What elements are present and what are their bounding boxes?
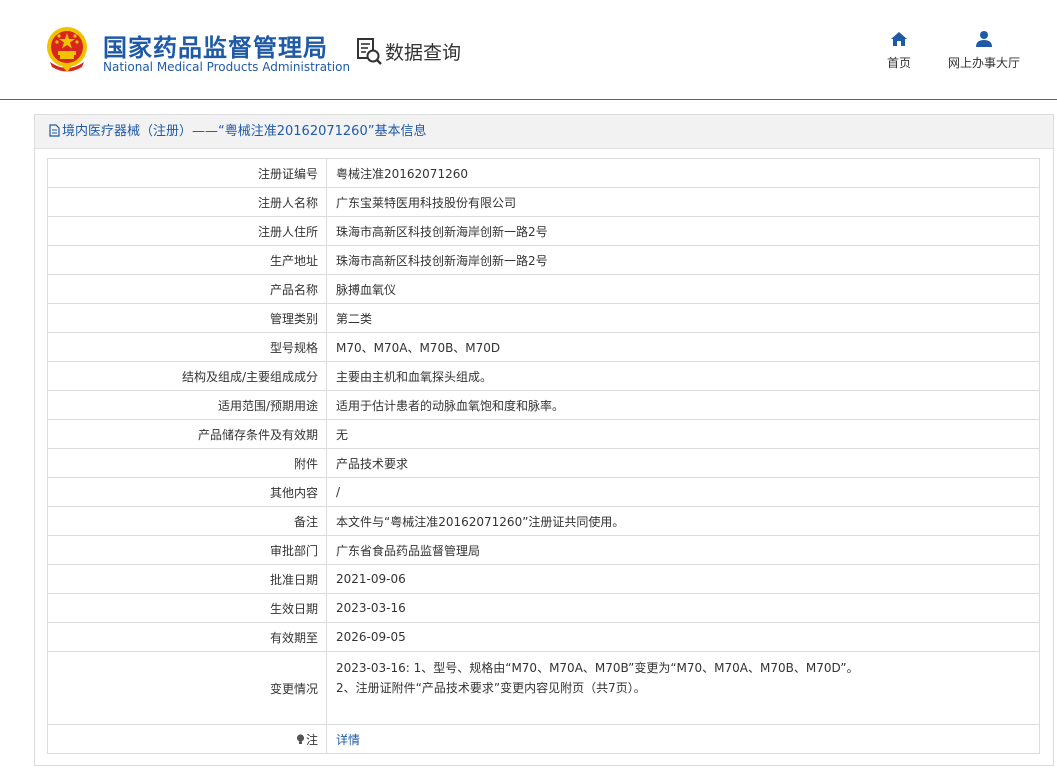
row-label: 注册人住所 bbox=[47, 216, 327, 246]
info-panel: 境内医疗器械（注册）——“粤械注准20162071260”基本信息 注册证编号粤… bbox=[34, 114, 1054, 766]
table-row: 结构及组成/主要组成成分 主要由主机和血氧探头组成。 bbox=[47, 361, 1040, 391]
panel-title-text: 境内医疗器械（注册）——“粤械注准20162071260”基本信息 bbox=[62, 124, 427, 139]
row-value: 2021-09-06 bbox=[326, 564, 1040, 594]
row-label: 变更情况 bbox=[47, 651, 327, 725]
data-query-label: 数据查询 bbox=[385, 41, 462, 64]
data-query-heading[interactable]: 数据查询 bbox=[356, 36, 461, 66]
row-value: / bbox=[326, 477, 1040, 507]
row-label: 备注 bbox=[47, 506, 327, 536]
site-logo-title[interactable]: 国家药品监督管理局 bbox=[103, 28, 328, 63]
row-label: 批准日期 bbox=[47, 564, 327, 594]
site-header: 国家药品监督管理局 National Medical Products Admi… bbox=[0, 0, 1057, 100]
row-label: 结构及组成/主要组成成分 bbox=[47, 361, 327, 391]
note-label-cell: 注 bbox=[47, 724, 327, 754]
row-value: 适用于估计患者的动脉血氧饱和度和脉率。 bbox=[326, 390, 1040, 420]
change-line-2: 2、注册证附件“产品技术要求”变更内容见附页（共7页）。 bbox=[336, 681, 646, 695]
table-row: 有效期至 2026-09-05 bbox=[47, 622, 1040, 652]
panel-title: 境内医疗器械（注册）——“粤械注准20162071260”基本信息 bbox=[35, 115, 1053, 149]
nav-home[interactable]: 首页 bbox=[884, 30, 914, 71]
row-value: 产品技术要求 bbox=[326, 448, 1040, 478]
row-value: 广东省食品药品监督管理局 bbox=[326, 535, 1040, 565]
row-label: 生产地址 bbox=[47, 245, 327, 275]
row-label: 产品名称 bbox=[47, 274, 327, 304]
home-icon bbox=[891, 32, 907, 46]
table-row: 附件 产品技术要求 bbox=[47, 448, 1040, 478]
row-value: 粤械注准20162071260 bbox=[326, 158, 1040, 188]
row-value: 主要由主机和血氧探头组成。 bbox=[326, 361, 1040, 391]
row-value: M70、M70A、M70B、M70D bbox=[326, 332, 1040, 362]
table-row: 管理类别 第二类 bbox=[47, 303, 1040, 333]
table-row: 型号规格 M70、M70A、M70B、M70D bbox=[47, 332, 1040, 362]
table-row: 其他内容 / bbox=[47, 477, 1040, 507]
site-logo-subtitle[interactable]: National Medical Products Administration bbox=[103, 60, 350, 74]
row-label: 适用范围/预期用途 bbox=[47, 390, 327, 420]
registration-info-table: 注册证编号 粤械注准20162071260 注册人名称 广东宝莱特医用科技股份有限公司… bbox=[47, 158, 1040, 754]
note-label: 注 bbox=[305, 732, 318, 747]
nav-online-hall-label: 网上办事大厅 bbox=[947, 56, 1020, 70]
user-icon bbox=[976, 31, 992, 47]
document-search-icon bbox=[357, 38, 382, 65]
table-row: 生效日期 2023-03-16 bbox=[47, 593, 1040, 623]
table-row: 适用范围/预期用途 适用于估计患者的动脉血氧饱和度和脉率。 bbox=[47, 390, 1040, 420]
detail-link[interactable]: 详情 bbox=[336, 733, 360, 747]
row-value: 珠海市高新区科技创新海岸创新一路2号 bbox=[326, 216, 1040, 246]
table-row-change: 变更情况 2023-03-16: 1、型号、规格由“M70、M70A、M70B”… bbox=[47, 651, 1040, 725]
row-value: 广东宝莱特医用科技股份有限公司 bbox=[326, 187, 1040, 217]
change-line-1: 2023-03-16: 1、型号、规格由“M70、M70A、M70B”变更为“M… bbox=[336, 661, 859, 675]
table-row: 批准日期 2021-09-06 bbox=[47, 564, 1040, 594]
table-row: 注册证编号 粤械注准20162071260 bbox=[47, 158, 1040, 188]
row-value: 2023-03-16 bbox=[326, 593, 1040, 623]
row-label: 生效日期 bbox=[47, 593, 327, 623]
table-row: 生产地址 珠海市高新区科技创新海岸创新一路2号 bbox=[47, 245, 1040, 275]
nav-online-hall[interactable]: 网上办事大厅 bbox=[946, 30, 1022, 71]
document-icon bbox=[49, 124, 60, 137]
row-label: 注册证编号 bbox=[47, 158, 327, 188]
row-label: 审批部门 bbox=[47, 535, 327, 565]
nav-home-label: 首页 bbox=[886, 56, 911, 70]
note-value-cell: 详情 bbox=[326, 724, 1040, 754]
row-label: 其他内容 bbox=[47, 477, 327, 507]
row-label: 管理类别 bbox=[47, 303, 327, 333]
row-value: 本文件与“粤械注准20162071260”注册证共同使用。 bbox=[326, 506, 1040, 536]
table-row: 产品储存条件及有效期无 bbox=[47, 419, 1040, 449]
table-row: 产品名称 脉搏血氧仪 bbox=[47, 274, 1040, 304]
row-value: 脉搏血氧仪 bbox=[326, 274, 1040, 304]
national-emblem-icon bbox=[47, 27, 87, 72]
table-row: 审批部门 广东省食品药品监督管理局 bbox=[47, 535, 1040, 565]
table-row: 备注 本文件与“粤械注准20162071260”注册证共同使用。 bbox=[47, 506, 1040, 536]
row-label: 有效期至 bbox=[47, 622, 327, 652]
row-label: 注册人名称 bbox=[47, 187, 327, 217]
table-row: 注册人住所 珠海市高新区科技创新海岸创新一路2号 bbox=[47, 216, 1040, 246]
table-row: 注册人名称 广东宝莱特医用科技股份有限公司 bbox=[47, 187, 1040, 217]
row-value: 无 bbox=[326, 419, 1040, 449]
row-value: 第二类 bbox=[326, 303, 1040, 333]
row-value: 2026-09-05 bbox=[326, 622, 1040, 652]
row-value-change: 2023-03-16: 1、型号、规格由“M70、M70A、M70B”变更为“M… bbox=[326, 651, 1040, 725]
row-label: 产品储存条件及有效期 bbox=[47, 419, 327, 449]
lightbulb-icon bbox=[296, 733, 305, 744]
table-row-note: 注 详情 bbox=[47, 724, 1040, 754]
row-label: 附件 bbox=[47, 448, 327, 478]
row-label: 型号规格 bbox=[47, 332, 327, 362]
row-value: 珠海市高新区科技创新海岸创新一路2号 bbox=[326, 245, 1040, 275]
